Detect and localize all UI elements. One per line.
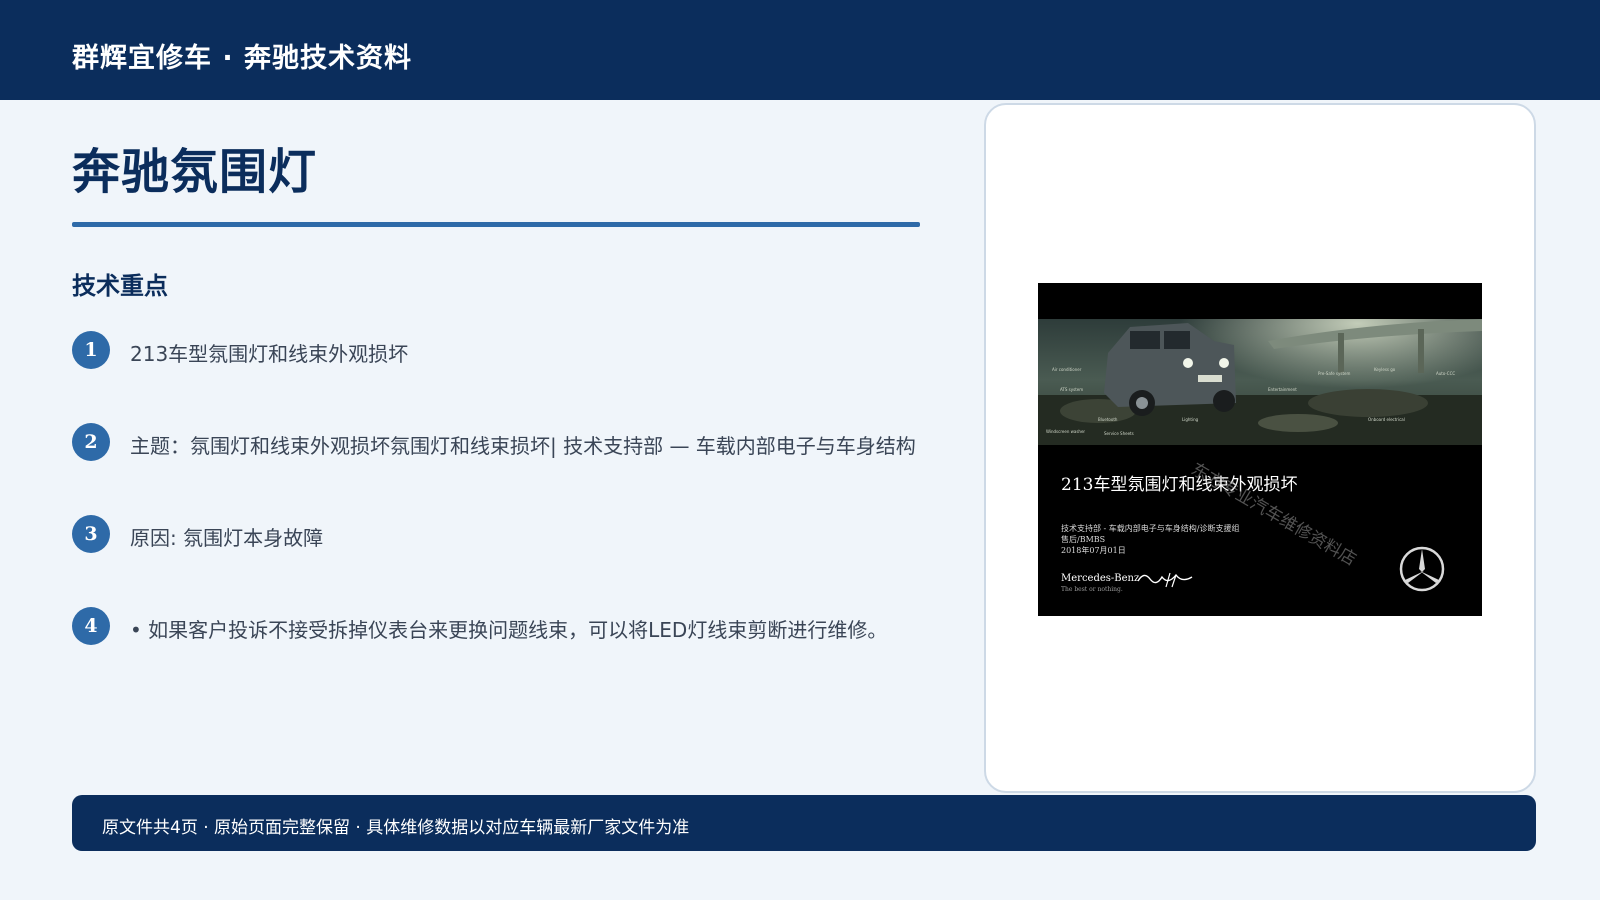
point-number-badge: 4 <box>72 607 110 645</box>
mercedes-star-icon <box>1399 546 1445 592</box>
svg-text:Auto-CCC: Auto-CCC <box>1436 371 1455 376</box>
svg-text:Keyless go: Keyless go <box>1374 367 1396 372</box>
svg-text:Windscreen washer: Windscreen washer <box>1046 429 1085 434</box>
cover-department: 技术支持部 - 车载内部电子与车身结构/诊断支援组 <box>1061 524 1240 533</box>
footer-note: 原文件共4页 · 原始页面完整保留 · 具体维修数据以对应车辆最新厂家文件为准 <box>102 818 690 838</box>
svg-text:ATS system: ATS system <box>1060 387 1083 392</box>
svg-text:Onboard electrical: Onboard electrical <box>1368 417 1405 422</box>
svg-text:Service Sheets: Service Sheets <box>1104 431 1134 436</box>
footer-bar: 原文件共4页 · 原始页面完整保留 · 具体维修数据以对应车辆最新厂家文件为准 <box>72 795 1536 851</box>
key-point-4: 4 • 如果客户投诉不接受拆掉仪表台来更换问题线束，可以将LED灯线束剪断进行维… <box>72 607 972 647</box>
document-cover-image: Air conditioner ATS system Windscreen wa… <box>1038 283 1482 616</box>
svg-text:Air conditioner: Air conditioner <box>1052 367 1082 372</box>
suv-vehicle-photo: Air conditioner ATS system Windscreen wa… <box>1038 283 1482 445</box>
cover-date: 2018年07月01日 <box>1061 546 1126 555</box>
point-number-badge: 2 <box>72 423 110 461</box>
svg-text:Pre-Safe system: Pre-Safe system <box>1318 371 1350 376</box>
brand-tagline: The best or nothing. <box>1061 586 1123 593</box>
title-divider <box>72 222 920 227</box>
svg-text:Lighting: Lighting <box>1182 417 1199 422</box>
point-text: • 如果客户投诉不接受拆掉仪表台来更换问题线束，可以将LED灯线束剪断进行维修。 <box>130 618 888 642</box>
svg-text:Entertainment: Entertainment <box>1268 387 1297 392</box>
point-number-badge: 3 <box>72 515 110 553</box>
page-title: 奔驰氛围灯 <box>72 144 318 200</box>
key-point-2: 2 主题：氛围灯和线束外观损坏氛围灯和线束损坏| 技术支持部 — 车载内部电子与… <box>72 423 972 463</box>
header-title: 群辉宜修车 · 奔驰技术资料 <box>72 43 413 74</box>
svg-text:Bluetooth: Bluetooth <box>1098 417 1118 422</box>
point-text: 213车型氛围灯和线束外观损坏 <box>130 342 409 366</box>
key-point-3: 3 原因: 氛围灯本身故障 <box>72 515 972 555</box>
section-heading: 技术重点 <box>72 272 168 300</box>
top-header-bar: 群辉宜修车 · 奔驰技术资料 <box>0 0 1600 100</box>
cover-division: 售后/BMBS <box>1061 535 1106 544</box>
point-text: 原因: 氛围灯本身故障 <box>130 526 324 550</box>
point-number-badge: 1 <box>72 331 110 369</box>
key-point-1: 1 213车型氛围灯和线束外观损坏 <box>72 331 972 371</box>
point-text: 主题：氛围灯和线束外观损坏氛围灯和线束损坏| 技术支持部 — 车载内部电子与车身… <box>130 434 916 458</box>
signature-logo-icon <box>1137 572 1193 588</box>
brand-name: Mercedes-Benz <box>1061 573 1140 584</box>
